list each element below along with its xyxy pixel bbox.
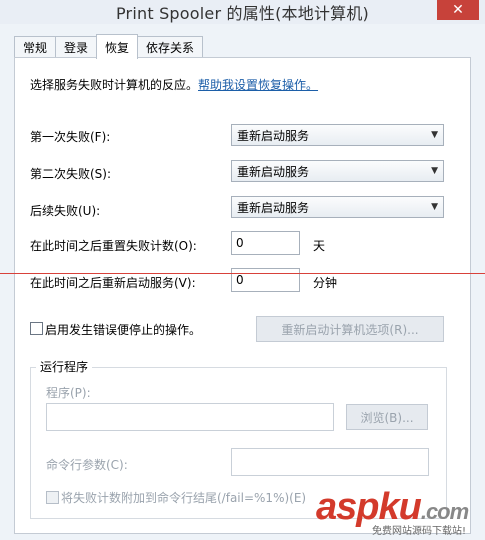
tab-logon[interactable]: 登录 (55, 36, 98, 57)
second-failure-label: 第二次失败(S): (30, 167, 112, 181)
title-bar: Print Spooler 的属性(本地计算机) ✕ (0, 0, 485, 24)
subsequent-failures-value: 重新启动服务 (237, 200, 310, 215)
tab-recovery[interactable]: 恢复 (96, 34, 139, 59)
chevron-down-icon: ▼ (431, 130, 438, 140)
first-failure-label: 第一次失败(F): (30, 130, 111, 144)
restart-service-input[interactable]: 0 (231, 268, 300, 292)
append-fail-count-label: 将失败计数附加到命令行结尾(/fail=%1%)(E) (61, 491, 307, 505)
close-icon: ✕ (452, 2, 464, 18)
reset-count-input[interactable]: 0 (231, 231, 300, 255)
cmd-args-label: 命令行参数(C): (46, 458, 128, 472)
append-fail-count-checkbox[interactable] (46, 491, 59, 504)
watermark-subtitle: 免费网站源码下载站! (372, 526, 467, 537)
chevron-down-icon: ▼ (431, 202, 438, 212)
tab-strip: 常规 登录 恢复 依存关系 (14, 34, 204, 59)
second-failure-select[interactable]: 重新启动服务 ▼ (231, 160, 444, 182)
run-program-legend: 运行程序 (36, 358, 93, 375)
program-label: 程序(P): (46, 386, 91, 400)
window-title: Print Spooler 的属性(本地计算机) (115, 4, 370, 23)
close-button[interactable]: ✕ (437, 0, 479, 20)
enable-actions-label: 启用发生错误便停止的操作。 (45, 323, 202, 337)
program-input[interactable] (46, 403, 334, 431)
restart-service-label: 在此时间之后重新启动服务(V): (30, 276, 196, 290)
restart-service-unit: 分钟 (313, 276, 338, 290)
chevron-down-icon: ▼ (431, 166, 438, 176)
enable-actions-checkbox[interactable] (30, 322, 43, 335)
annotation-red-line (0, 273, 485, 274)
tab-general[interactable]: 常规 (14, 36, 57, 57)
help-link[interactable]: 帮助我设置恢复操作。 (198, 78, 318, 92)
reset-count-unit: 天 (313, 239, 326, 253)
second-failure-value: 重新启动服务 (237, 164, 310, 179)
intro-text: 选择服务失败时计算机的反应。 (30, 78, 199, 92)
tab-dependencies[interactable]: 依存关系 (137, 36, 204, 57)
cmd-args-input[interactable] (231, 448, 429, 476)
first-failure-select[interactable]: 重新启动服务 ▼ (231, 124, 444, 146)
first-failure-value: 重新启动服务 (237, 128, 310, 143)
restart-computer-options-button[interactable]: 重新启动计算机选项(R)... (256, 316, 444, 342)
browse-button[interactable]: 浏览(B)... (346, 404, 428, 430)
subsequent-failures-label: 后续失败(U): (30, 204, 101, 218)
reset-count-label: 在此时间之后重置失败计数(O): (30, 239, 197, 253)
intro-line: 选择服务失败时计算机的反应。帮助我设置恢复操作。 (30, 76, 318, 93)
subsequent-failures-select[interactable]: 重新启动服务 ▼ (231, 196, 444, 218)
